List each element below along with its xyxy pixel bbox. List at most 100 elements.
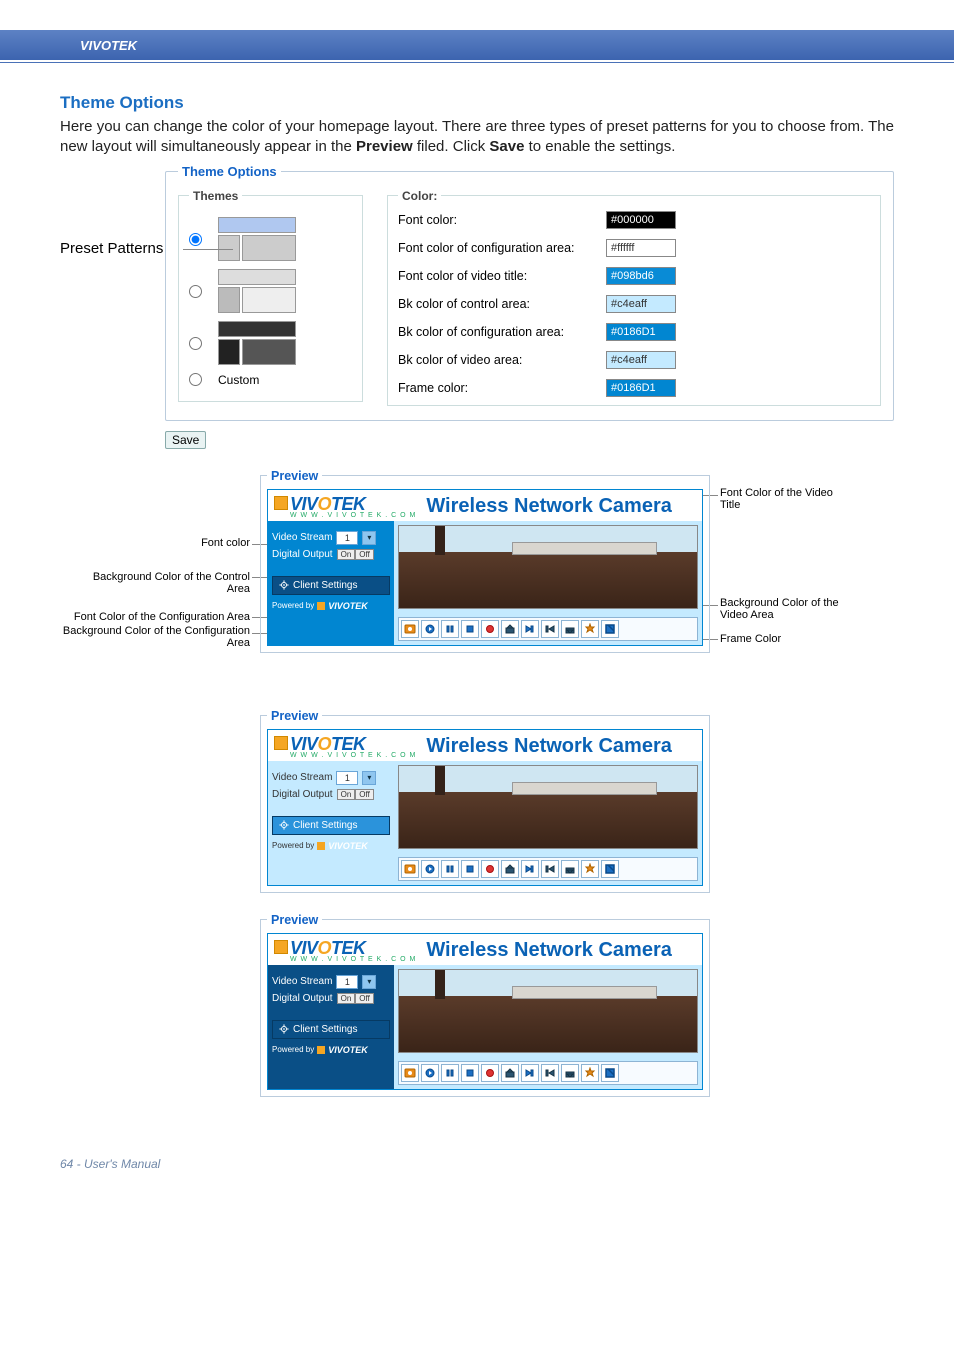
body-text-e: to enable the settings. bbox=[524, 138, 675, 155]
logo-url: W W W . V I V O T E K . C O M bbox=[290, 956, 416, 963]
toolbar-button[interactable] bbox=[541, 1064, 559, 1082]
color-swatch[interactable]: #c4eaff bbox=[606, 351, 676, 369]
toolbar-button[interactable] bbox=[421, 1064, 439, 1082]
toolbar-button[interactable] bbox=[521, 620, 539, 638]
toolbar-button[interactable] bbox=[441, 620, 459, 638]
preview-panel-2: Preview VIVOTEKW W W . V I V O T E K . C… bbox=[260, 709, 710, 893]
toolbar-button[interactable] bbox=[461, 860, 479, 878]
video-stream-row: Video Stream 1 ▾ bbox=[272, 771, 390, 785]
toolbar-button[interactable] bbox=[421, 620, 439, 638]
callout-fc-video-title: Font Color of the Video Title bbox=[720, 487, 850, 511]
toolbar-button[interactable] bbox=[501, 1064, 519, 1082]
theme-thumb-2 bbox=[218, 269, 296, 315]
preview-sidebar: Video Stream1▾Digital OutputOnOffClient … bbox=[268, 965, 394, 1089]
client-settings-label: Client Settings bbox=[293, 820, 357, 831]
theme-thumb-3 bbox=[218, 321, 296, 367]
toolbar-button[interactable] bbox=[501, 860, 519, 878]
page-header: VIVOTEK bbox=[0, 30, 954, 60]
color-label: Bk color of configuration area: bbox=[398, 325, 598, 339]
preview-legend: Preview bbox=[267, 913, 322, 927]
stream-select[interactable]: 1 bbox=[336, 531, 358, 545]
save-button[interactable]: Save bbox=[165, 431, 206, 449]
toolbar-button[interactable] bbox=[401, 620, 419, 638]
toolbar-button[interactable] bbox=[581, 860, 599, 878]
toolbar-button[interactable] bbox=[561, 860, 579, 878]
off-button[interactable]: Off bbox=[355, 993, 374, 1004]
toolbar-button[interactable] bbox=[501, 620, 519, 638]
toolbar-button[interactable] bbox=[561, 1064, 579, 1082]
client-settings-button[interactable]: Client Settings bbox=[272, 576, 390, 595]
preview-sidebar: Video Stream1▾Digital OutputOnOffClient … bbox=[268, 761, 394, 885]
theme-radio-custom[interactable] bbox=[189, 373, 202, 386]
logo-mark-icon bbox=[274, 736, 288, 750]
theme-options-legend: Theme Options bbox=[178, 164, 281, 179]
video-stream-row: Video Stream 1 ▾ bbox=[272, 975, 390, 989]
color-label: Font color of video title: bbox=[398, 269, 598, 283]
toolbar-button[interactable] bbox=[541, 620, 559, 638]
on-button[interactable]: On bbox=[337, 993, 356, 1004]
client-settings-button[interactable]: Client Settings bbox=[272, 1020, 390, 1039]
toolbar-button[interactable] bbox=[481, 620, 499, 638]
preview-legend: Preview bbox=[267, 709, 322, 723]
color-label: Font color: bbox=[398, 213, 598, 227]
toolbar-button[interactable] bbox=[441, 1064, 459, 1082]
toolbar-button[interactable] bbox=[421, 860, 439, 878]
video-placeholder bbox=[398, 969, 698, 1053]
stream-select[interactable]: 1 bbox=[336, 975, 358, 989]
color-swatch[interactable]: #098bd6 bbox=[606, 267, 676, 285]
chevron-down-icon[interactable]: ▾ bbox=[362, 771, 376, 785]
toolbar-button[interactable] bbox=[601, 620, 619, 638]
toolbar-button[interactable] bbox=[481, 1064, 499, 1082]
toolbar-button[interactable] bbox=[601, 1064, 619, 1082]
toolbar-button[interactable] bbox=[481, 860, 499, 878]
theme-option-1[interactable] bbox=[189, 217, 352, 263]
on-button[interactable]: On bbox=[337, 789, 356, 800]
color-grid: Font color:#000000Font color of configur… bbox=[398, 211, 870, 397]
theme-option-3[interactable] bbox=[189, 321, 352, 367]
toolbar-button[interactable] bbox=[581, 1064, 599, 1082]
custom-label: Custom bbox=[218, 373, 259, 387]
toolbar-button[interactable] bbox=[521, 1064, 539, 1082]
theme-option-custom[interactable]: Custom bbox=[189, 373, 352, 387]
color-label: Bk color of control area: bbox=[398, 297, 598, 311]
toolbar-button[interactable] bbox=[561, 620, 579, 638]
toolbar-button[interactable] bbox=[541, 860, 559, 878]
preview-title: Wireless Network Camera bbox=[426, 939, 672, 962]
color-swatch[interactable]: #0186D1 bbox=[606, 323, 676, 341]
section-title: Theme Options bbox=[60, 93, 894, 113]
preview-main bbox=[394, 521, 702, 645]
theme-radio-3[interactable] bbox=[189, 337, 202, 350]
theme-radio-1[interactable] bbox=[189, 233, 202, 246]
color-swatch[interactable]: #0186D1 bbox=[606, 379, 676, 397]
video-toolbar bbox=[398, 857, 698, 881]
color-swatch[interactable]: #c4eaff bbox=[606, 295, 676, 313]
toolbar-button[interactable] bbox=[521, 860, 539, 878]
video-stream-label: Video Stream bbox=[272, 976, 332, 987]
color-label: Bk color of video area: bbox=[398, 353, 598, 367]
page-footer: 64 - User's Manual bbox=[0, 1107, 954, 1201]
digital-output-label: Digital Output bbox=[272, 549, 333, 560]
toolbar-button[interactable] bbox=[581, 620, 599, 638]
video-stream-label: Video Stream bbox=[272, 772, 332, 783]
toolbar-button[interactable] bbox=[601, 860, 619, 878]
brand-text: VIVOTEK bbox=[80, 38, 137, 53]
powered-by: Powered byVIVOTEK bbox=[272, 601, 390, 611]
theme-option-2[interactable] bbox=[189, 269, 352, 315]
on-button[interactable]: On bbox=[337, 549, 356, 560]
color-legend: Color: bbox=[398, 189, 441, 203]
stream-select[interactable]: 1 bbox=[336, 771, 358, 785]
chevron-down-icon[interactable]: ▾ bbox=[362, 975, 376, 989]
client-settings-button[interactable]: Client Settings bbox=[272, 816, 390, 835]
preview-legend: Preview bbox=[267, 469, 322, 483]
off-button[interactable]: Off bbox=[355, 789, 374, 800]
theme-radio-2[interactable] bbox=[189, 285, 202, 298]
off-button[interactable]: Off bbox=[355, 549, 374, 560]
toolbar-button[interactable] bbox=[441, 860, 459, 878]
color-swatch[interactable]: #000000 bbox=[606, 211, 676, 229]
color-swatch[interactable]: #ffffff bbox=[606, 239, 676, 257]
toolbar-button[interactable] bbox=[461, 1064, 479, 1082]
toolbar-button[interactable] bbox=[401, 860, 419, 878]
toolbar-button[interactable] bbox=[461, 620, 479, 638]
chevron-down-icon[interactable]: ▾ bbox=[362, 531, 376, 545]
toolbar-button[interactable] bbox=[401, 1064, 419, 1082]
